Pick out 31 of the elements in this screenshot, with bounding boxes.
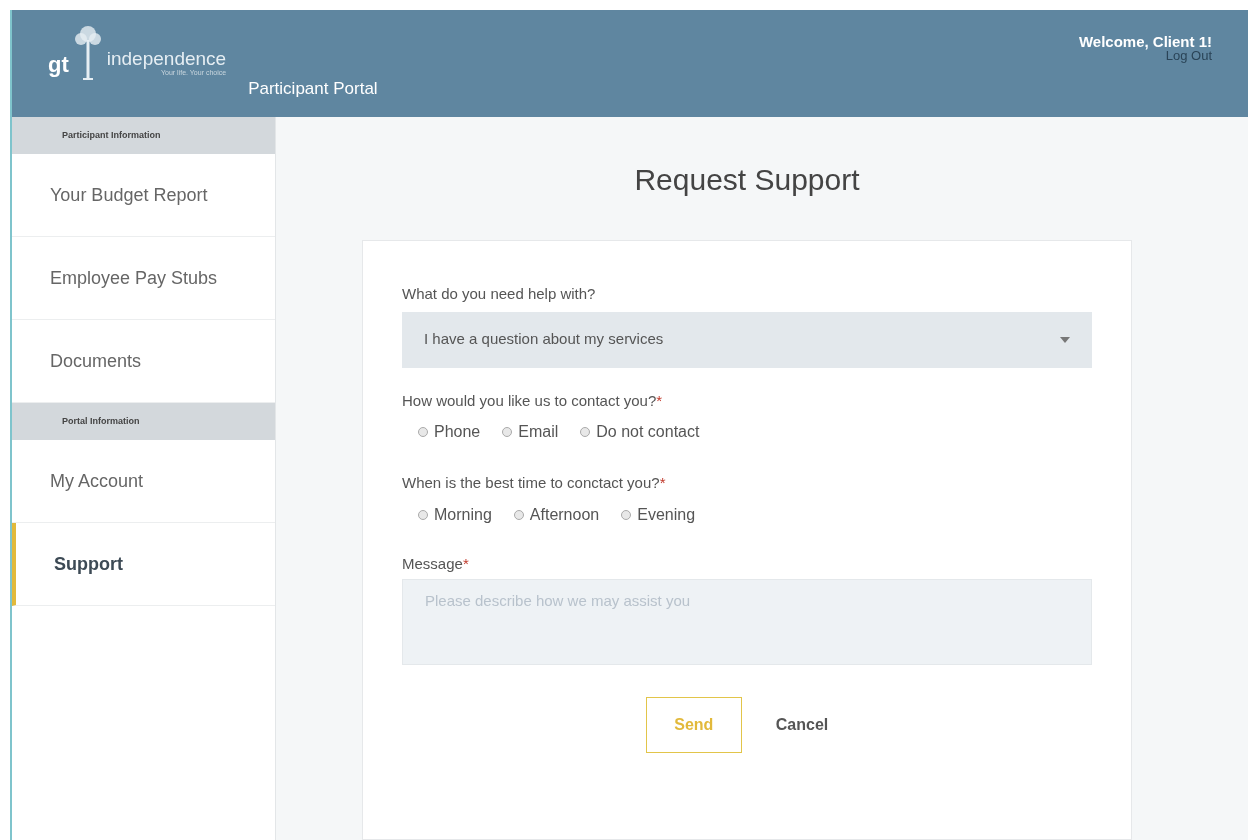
portal-title: Participant Portal (248, 78, 378, 100)
radio-option[interactable]: Evening (621, 502, 696, 527)
field-label: Message* (402, 553, 470, 574)
radio-option[interactable]: Phone (418, 420, 481, 444)
sidebar-item[interactable]: Your Budget Report (12, 154, 275, 237)
field-label: What do you need help with? (402, 284, 597, 304)
radio-button[interactable] (502, 427, 513, 437)
welcome-text: Welcome, Client 1! (1078, 34, 1212, 49)
help-select[interactable]: I have a question about my services (402, 311, 1092, 368)
radio-button[interactable] (580, 427, 591, 437)
field-label: How would you like us to contact you?* (402, 390, 664, 411)
radio-option[interactable]: Do not contact (580, 420, 700, 444)
logo-name: independence (106, 49, 227, 69)
radio-button[interactable] (418, 427, 428, 437)
sidebar-item[interactable]: Employee Pay Stubs (12, 237, 275, 320)
tree-icon (72, 24, 103, 82)
radio-option[interactable]: Morning (418, 502, 492, 527)
radio-option[interactable]: Afternoon (513, 502, 600, 527)
radio-button[interactable] (513, 509, 524, 520)
radio-button[interactable] (621, 509, 632, 520)
page-title: Request Support (634, 162, 860, 198)
field-label: When is the best time to conctact you?* (402, 473, 667, 493)
cancel-button[interactable]: Cancel (775, 713, 829, 737)
radio-option[interactable]: Email (502, 420, 559, 444)
select-value: I have a question about my services (424, 329, 665, 350)
radio-button[interactable] (418, 509, 428, 520)
sidebar-item[interactable]: My Account (12, 440, 275, 523)
sidebar-section-header: Portal Information (12, 403, 275, 440)
logo-mark: gt (48, 50, 69, 79)
sidebar-section-header: Participant Information (12, 117, 275, 154)
caret-icon (1060, 336, 1070, 343)
